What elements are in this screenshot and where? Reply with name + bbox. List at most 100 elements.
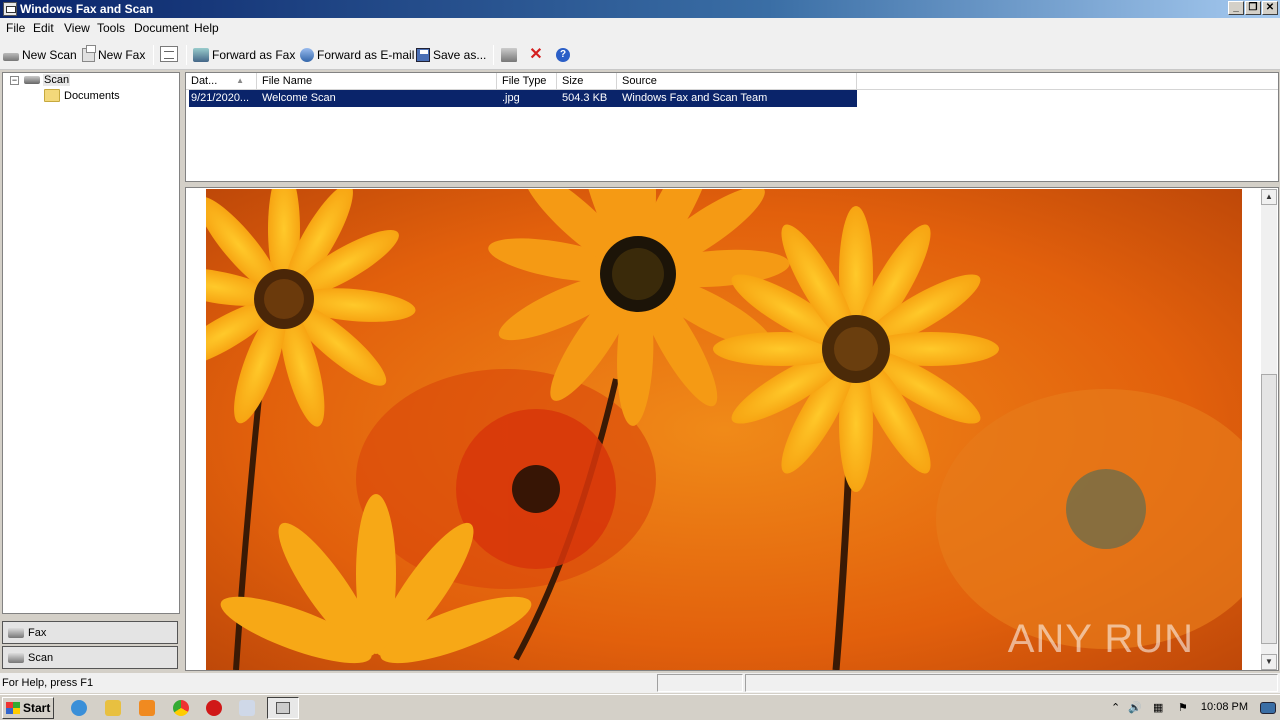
view-button[interactable] [160, 45, 181, 63]
file-explorer-icon[interactable] [105, 700, 121, 716]
fax-scan-taskbar-icon[interactable] [239, 700, 255, 716]
vertical-splitter[interactable] [180, 72, 184, 670]
preview-vertical-scrollbar[interactable]: ▲ ▼ [1261, 189, 1277, 670]
forward-email-label: Forward as E-mail [317, 48, 415, 62]
title-bar: Windows Fax and Scan _ ❐ ✕ [0, 0, 1280, 18]
save-as-label: Save as... [433, 48, 487, 62]
preview-pane: ANY RUN ▲ ▼ [185, 187, 1279, 671]
forward-as-email-button[interactable]: Forward as E-mail [300, 46, 414, 64]
help-icon: ? [556, 48, 570, 62]
new-scan-label: New Scan [22, 48, 77, 62]
tree-item-documents-label: Documents [64, 89, 120, 102]
show-desktop-icon[interactable] [1260, 702, 1276, 714]
show-hidden-icons-icon[interactable]: ⌃ [1111, 701, 1120, 714]
nav-scan-button[interactable]: Scan [2, 646, 178, 669]
save-icon [416, 48, 430, 62]
help-button[interactable]: ? [556, 46, 573, 64]
toolbar-separator [153, 45, 154, 65]
status-bar: For Help, press F1 [0, 673, 1280, 693]
status-pane [745, 674, 1278, 692]
fax-icon [8, 627, 24, 638]
toolbar-separator [186, 45, 187, 65]
restore-button[interactable]: ❐ [1245, 1, 1261, 15]
toolbar-separator [493, 45, 494, 65]
column-header-source[interactable]: Source [617, 73, 857, 90]
scanner-icon [8, 652, 24, 663]
fax-icon [82, 45, 96, 62]
table-row[interactable]: 9/21/2020... Welcome Scan .jpg 504.3 KB … [189, 90, 857, 107]
print-icon [501, 48, 517, 62]
cell-date: 9/21/2020... [191, 92, 250, 104]
scroll-down-icon[interactable]: ▼ [1261, 654, 1277, 670]
delete-icon: ✕ [529, 46, 543, 63]
opera-icon[interactable] [206, 700, 222, 716]
status-text: For Help, press F1 [2, 677, 94, 689]
tree-item-documents[interactable]: Documents [44, 89, 120, 102]
document-list: Dat... ▲ File Name File Type Size Source… [185, 72, 1279, 182]
menu-bar: File Edit View Tools Document Help [0, 18, 1280, 38]
sort-ascending-icon: ▲ [236, 76, 244, 85]
menu-help[interactable]: Help [194, 21, 219, 35]
scrollbar-thumb[interactable] [1261, 374, 1277, 644]
toolbar: New Scan New Fax Forward as Fax Forward … [0, 38, 1280, 70]
window-title: Windows Fax and Scan [20, 2, 154, 16]
volume-icon[interactable]: 🔊 [1128, 701, 1142, 714]
folder-icon [44, 89, 60, 102]
start-label: Start [23, 701, 51, 715]
nav-scan-label: Scan [28, 651, 54, 664]
fax-scan-app-icon [3, 2, 17, 16]
forward-as-fax-button[interactable]: Forward as Fax [193, 46, 295, 64]
scroll-up-icon[interactable]: ▲ [1261, 189, 1277, 205]
nav-fax-label: Fax [28, 626, 47, 639]
scanner-icon [3, 52, 19, 61]
save-as-button[interactable]: Save as... [416, 46, 486, 64]
internet-explorer-icon[interactable] [71, 700, 87, 716]
new-fax-button[interactable]: New Fax [82, 45, 146, 64]
chrome-icon[interactable] [173, 700, 189, 716]
delete-button[interactable]: ✕ [528, 46, 547, 64]
folder-tree: − Scan Documents [2, 72, 180, 614]
nav-fax-button[interactable]: Fax [2, 621, 178, 644]
minimize-button[interactable]: _ [1228, 1, 1244, 15]
tree-item-scan[interactable]: Scan [24, 74, 71, 86]
menu-document[interactable]: Document [134, 21, 189, 35]
menu-view[interactable]: View [64, 21, 90, 35]
start-button[interactable]: Start [2, 697, 54, 719]
menu-file[interactable]: File [6, 21, 25, 35]
active-window-button[interactable] [267, 697, 299, 719]
tree-item-scan-label: Scan [43, 74, 71, 86]
cell-size: 504.3 KB [562, 92, 608, 104]
watermark-text: ANY RUN [1007, 617, 1194, 661]
column-date-label: Dat... [191, 75, 218, 87]
column-header-date[interactable]: Dat... ▲ [186, 73, 257, 90]
media-player-icon[interactable] [139, 700, 155, 716]
action-center-flag-icon[interactable]: ⚑ [1178, 701, 1188, 714]
cell-file-name: Welcome Scan [262, 92, 336, 104]
print-button[interactable] [501, 46, 520, 64]
forward-fax-label: Forward as Fax [212, 48, 296, 62]
scan-preview-image: ANY RUN [206, 189, 1242, 670]
close-button[interactable]: ✕ [1262, 1, 1278, 15]
column-header-size[interactable]: Size [557, 73, 617, 90]
windows-logo-icon [6, 702, 20, 714]
status-pane [657, 674, 743, 692]
cell-file-type: .jpg [502, 92, 520, 104]
view-icon [160, 46, 178, 62]
forward-fax-icon [193, 48, 209, 62]
scanner-icon [24, 76, 40, 84]
list-header: Dat... ▲ File Name File Type Size Source [186, 73, 1278, 90]
new-fax-label: New Fax [98, 48, 146, 62]
column-header-file-type[interactable]: File Type [497, 73, 557, 90]
menu-edit[interactable]: Edit [33, 21, 54, 35]
menu-tools[interactable]: Tools [97, 21, 125, 35]
cell-source: Windows Fax and Scan Team [622, 92, 768, 104]
fax-scan-app-icon [276, 702, 290, 714]
taskbar-clock[interactable]: 10:08 PM [1201, 701, 1248, 713]
taskbar: Start ⌃ 🔊 ▦ ⚑ 10:08 PM [0, 694, 1280, 720]
column-header-file-name[interactable]: File Name [257, 73, 497, 90]
network-icon[interactable]: ▦ [1153, 701, 1163, 714]
flower-photo [206, 189, 1242, 670]
collapse-toggle[interactable]: − [10, 76, 19, 85]
email-icon [300, 48, 314, 62]
new-scan-button[interactable]: New Scan [3, 46, 77, 64]
